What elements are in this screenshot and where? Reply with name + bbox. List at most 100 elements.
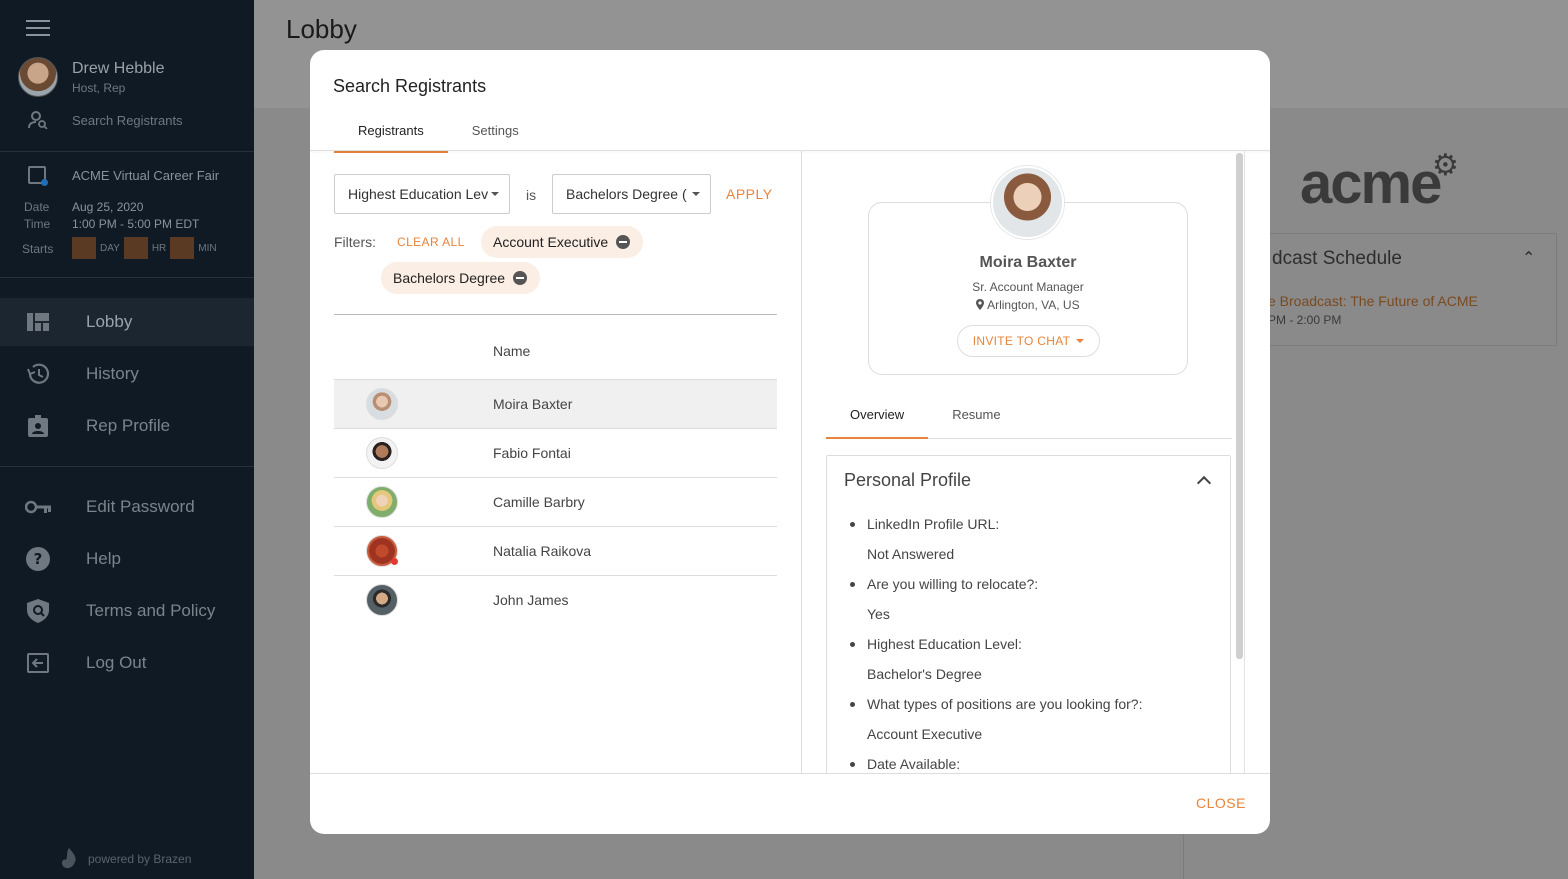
nav-lobby-label: Lobby xyxy=(86,312,133,331)
filters-label: Filters: xyxy=(334,234,376,250)
profile-answer: Bachelor's Degree xyxy=(867,666,982,682)
nav-history-label: History xyxy=(86,364,139,383)
profile-tabs: Overview Resume xyxy=(826,401,1232,439)
filter-operator: is xyxy=(526,187,537,203)
sidebar: Drew Hebble Host, Rep Search Registrants… xyxy=(0,0,254,879)
search-registrants-dialog: Search Registrants Registrants Settings … xyxy=(310,50,1270,834)
status-dot xyxy=(391,558,398,565)
clear-all-button[interactable]: CLEAR ALL xyxy=(397,235,465,249)
registrant-search-panel: Highest Education Lev is Bachelors Degre… xyxy=(310,151,801,773)
registrant-name: Camille Barbry xyxy=(493,494,585,510)
tab-settings[interactable]: Settings xyxy=(448,114,543,153)
profile-title: Sr. Account Manager xyxy=(972,280,1084,294)
nav-edit-password-label: Edit Password xyxy=(86,497,195,516)
date-value: Aug 25, 2020 xyxy=(72,200,144,214)
countdown: DAY HR MIN xyxy=(72,237,217,259)
menu-icon[interactable] xyxy=(26,20,50,36)
caret-down-icon xyxy=(692,192,700,196)
tab-registrants[interactable]: Registrants xyxy=(334,114,448,153)
filter-chip: Bachelors Degree xyxy=(381,262,541,294)
powered-by: powered by Brazen xyxy=(60,848,191,870)
divider xyxy=(310,773,1270,774)
scrollbar-track[interactable] xyxy=(1244,151,1245,773)
table-row[interactable]: Natalia Raikova xyxy=(334,526,777,575)
divider xyxy=(334,314,777,315)
table-row[interactable]: John James xyxy=(334,575,777,624)
chevron-up-icon[interactable] xyxy=(1196,475,1212,491)
nav-edit-password[interactable]: Edit Password xyxy=(0,483,254,531)
personal-profile-section: Personal Profile LinkedIn Profile URL: N… xyxy=(826,455,1231,773)
registrant-name: Natalia Raikova xyxy=(493,543,592,559)
svg-text:?: ? xyxy=(34,550,43,568)
apply-button[interactable]: APPLY xyxy=(726,186,773,202)
tab-resume[interactable]: Resume xyxy=(928,401,1024,439)
history-icon xyxy=(0,363,86,385)
profile-photo xyxy=(991,166,1064,239)
search-registrants-link[interactable]: Search Registrants xyxy=(28,111,183,129)
nav-history[interactable]: History xyxy=(0,350,254,398)
nav-rep-profile-label: Rep Profile xyxy=(86,416,171,435)
scrollbar[interactable] xyxy=(1236,153,1243,659)
min-label: MIN xyxy=(198,242,217,254)
broadcast-link[interactable]: e Broadcast: The Future of ACME xyxy=(1268,293,1478,309)
table-row[interactable]: Camille Barbry xyxy=(334,477,777,526)
section-title: Personal Profile xyxy=(844,470,972,490)
profile-question: Date Available: xyxy=(849,756,961,772)
table-row[interactable]: Fabio Fontai xyxy=(334,428,777,477)
calendar-icon xyxy=(28,166,48,186)
tab-overview[interactable]: Overview xyxy=(826,401,929,439)
help-icon: ? xyxy=(0,547,86,571)
close-button[interactable]: CLOSE xyxy=(1196,795,1246,811)
acme-logo: acme xyxy=(1300,151,1442,216)
countdown-days xyxy=(72,237,96,259)
page-title: Lobby xyxy=(286,14,357,44)
registrant-name: Fabio Fontai xyxy=(493,445,571,461)
time-value: 1:00 PM - 5:00 PM EDT xyxy=(72,217,200,231)
brazen-logo-icon xyxy=(61,848,76,869)
day-label: DAY xyxy=(100,242,120,254)
divider xyxy=(0,151,254,152)
person-search-icon xyxy=(28,111,48,129)
name-column-header[interactable]: Name xyxy=(493,343,530,359)
profile-answer: Not Answered xyxy=(867,546,955,562)
gear-icon: ⚙ xyxy=(1432,149,1459,182)
powered-by-label: powered by Brazen xyxy=(88,852,192,866)
registrant-name: John James xyxy=(493,592,569,608)
remove-filter-icon[interactable] xyxy=(616,235,631,249)
filter-value-select[interactable]: Bachelors Degree ( xyxy=(552,174,711,214)
badge-icon xyxy=(0,415,86,437)
shield-icon xyxy=(0,599,86,623)
nav-rep-profile[interactable]: Rep Profile xyxy=(0,402,254,450)
profile-location: Arlington, VA, US xyxy=(802,298,1247,312)
filter-chip: Account Executive xyxy=(481,226,644,258)
nav-help[interactable]: ? Help xyxy=(0,535,254,583)
avatar xyxy=(366,584,398,616)
nav-help-label: Help xyxy=(86,549,121,568)
event-name: ACME Virtual Career Fair xyxy=(72,168,220,183)
filter-value-text: Bachelors Degree ( xyxy=(566,186,687,202)
table-row[interactable]: Moira Baxter xyxy=(334,379,777,428)
nav-terms[interactable]: Terms and Policy xyxy=(0,587,254,635)
dashboard-icon xyxy=(0,313,86,331)
registrant-profile-panel: Moira Baxter Sr. Account Manager Arlingt… xyxy=(802,151,1247,773)
nav-lobby[interactable]: Lobby xyxy=(0,298,254,346)
registrant-name: Moira Baxter xyxy=(493,396,573,412)
filter-field-select[interactable]: Highest Education Lev xyxy=(334,174,510,214)
nav-logout[interactable]: Log Out xyxy=(0,639,254,687)
countdown-hours xyxy=(123,237,148,259)
avatar[interactable] xyxy=(18,57,58,97)
dialog-tabs: Registrants Settings xyxy=(334,114,543,153)
caret-down-icon xyxy=(1076,339,1085,343)
search-registrants-label: Search Registrants xyxy=(72,112,183,128)
filter-chip-label: Account Executive xyxy=(493,234,609,250)
chevron-up-icon[interactable]: ⌃ xyxy=(1522,248,1535,268)
user-name: Drew Hebble xyxy=(72,60,165,77)
invite-to-chat-button[interactable]: INVITE TO CHAT xyxy=(957,325,1100,357)
remove-filter-icon[interactable] xyxy=(513,271,528,285)
schedule-title: dcast Schedule xyxy=(1272,248,1402,269)
profile-location-text: Arlington, VA, US xyxy=(987,298,1080,312)
time-label: Time xyxy=(24,217,51,231)
avatar xyxy=(366,437,398,469)
profile-question: Are you willing to relocate?: xyxy=(849,576,1039,592)
filter-chip-label: Bachelors Degree xyxy=(393,270,506,286)
